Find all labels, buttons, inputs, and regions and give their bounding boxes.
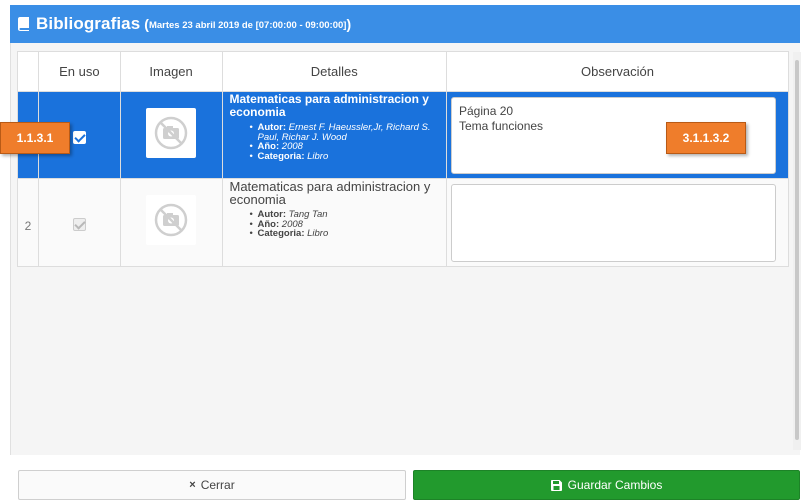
column-header-number <box>17 51 39 92</box>
details-cell: Matematicas para administracion y econom… <box>221 91 447 179</box>
column-header-in-use: En uso <box>37 51 121 92</box>
modal-header: Bibliografias ( Martes 23 abril 2019 de … <box>10 5 800 43</box>
save-changes-button[interactable]: Guardar Cambios <box>413 470 800 500</box>
book-title: Matematicas para administracion y econom… <box>229 92 429 119</box>
in-use-checkbox[interactable] <box>72 131 86 144</box>
column-header-image: Imagen <box>119 51 223 92</box>
details-list: Autor: Tang Tan Año: 2008 Categoria: Lib… <box>230 210 441 239</box>
no-image-icon <box>146 108 197 158</box>
detail-author: Autor: Ernest F. Haeussler,Jr, Richard S… <box>250 123 441 142</box>
observation-cell <box>446 178 789 267</box>
in-use-cell <box>37 178 121 267</box>
subtitle-close-paren: ) <box>346 16 352 32</box>
annotation-marker-observation: 3.1.1.3.2 <box>666 122 746 154</box>
table-header-row: En uso Imagen Detalles Observación <box>17 51 789 92</box>
row-number: 2 <box>17 178 39 267</box>
close-button-label: Cerrar <box>200 478 235 492</box>
floppy-disk-icon <box>550 479 562 491</box>
column-header-observation: Observación <box>446 51 789 92</box>
modal-subtitle: Martes 23 abril 2019 de [07:00:00 - 09:0… <box>148 20 347 31</box>
book-icon <box>18 17 29 31</box>
observation-textarea[interactable] <box>451 184 776 262</box>
detail-category: Categoria: Libro <box>250 151 441 162</box>
image-cell <box>119 91 223 179</box>
column-header-details: Detalles <box>221 51 447 92</box>
scrollbar-thumb[interactable] <box>795 60 799 440</box>
book-title: Matematicas para administracion y econom… <box>229 179 431 207</box>
in-use-checkbox[interactable] <box>72 218 86 231</box>
detail-category: Categoria: Libro <box>250 229 441 239</box>
bibliography-table: En uso Imagen Detalles Observación Matem… <box>17 51 789 267</box>
vertical-scrollbar[interactable] <box>793 52 801 450</box>
save-button-label: Guardar Cambios <box>567 478 663 492</box>
modal-title: Bibliografias <box>36 14 141 33</box>
table-row[interactable]: 2 Matematicas para administracion y econ… <box>17 178 789 267</box>
details-cell: Matematicas para administracion y econom… <box>221 178 447 267</box>
annotation-marker-checkbox: 1.1.3.1 <box>0 122 70 154</box>
image-cell <box>119 178 223 267</box>
close-button[interactable]: × Cerrar <box>18 470 406 500</box>
bibliografias-modal: Bibliografias ( Martes 23 abril 2019 de … <box>0 0 801 502</box>
no-image-icon <box>146 195 197 245</box>
close-icon: × <box>189 479 196 491</box>
details-list: Autor: Ernest F. Haeussler,Jr, Richard S… <box>230 123 441 161</box>
